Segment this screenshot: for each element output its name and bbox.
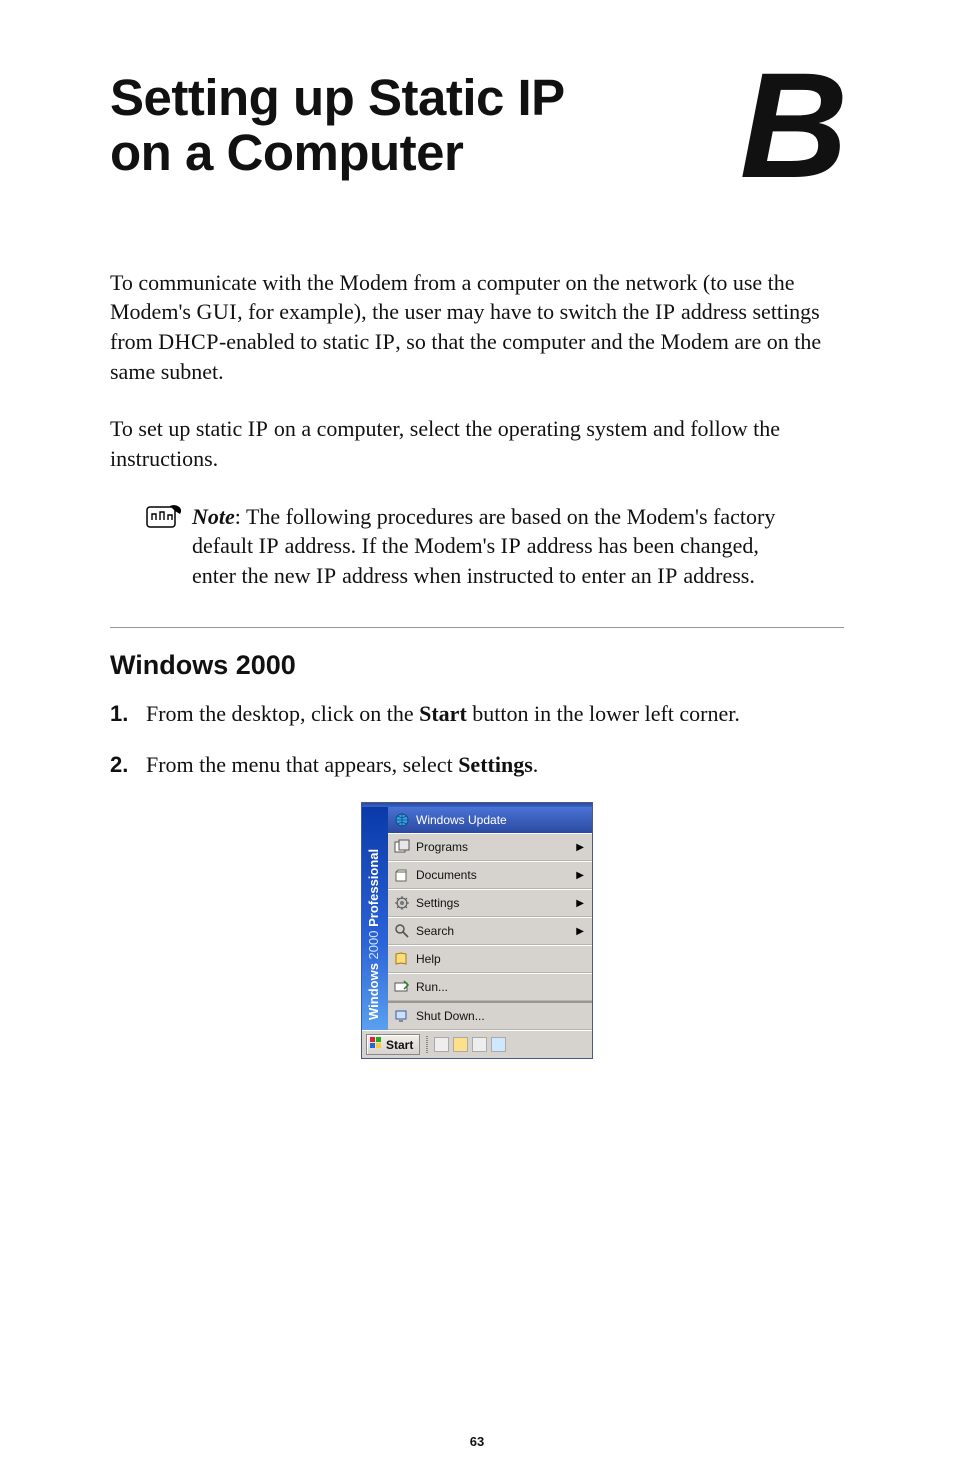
step-item: 1. From the desktop, click on the Start …	[110, 699, 844, 729]
sidebar-brand-text: Windows	[366, 963, 381, 1020]
small-caps-ip: IP	[259, 533, 280, 558]
step-text: From the menu that appears, select Setti…	[146, 750, 844, 780]
bold-run: Settings	[458, 752, 533, 777]
page-header: Setting up Static IP on a Computer B	[110, 70, 844, 190]
note-label: Note	[192, 504, 235, 529]
start-button[interactable]: Start	[366, 1034, 420, 1055]
search-icon	[394, 923, 410, 939]
menu-item-settings[interactable]: Settings ▶	[388, 889, 592, 917]
small-caps-ip: IP	[316, 563, 337, 588]
globe-icon	[394, 812, 410, 828]
menu-label: Help	[416, 952, 441, 966]
step-text: From the desktop, click on the Start but…	[146, 699, 844, 729]
windows-flag-icon	[369, 1036, 383, 1053]
step-number: 1.	[110, 699, 146, 729]
start-button-label: Start	[386, 1038, 413, 1052]
menu-item-documents[interactable]: Documents ▶	[388, 861, 592, 889]
intro-paragraph-2: To set up static IP on a computer, selec…	[110, 414, 844, 473]
section-heading-windows-2000: Windows 2000	[110, 650, 844, 681]
submenu-arrow-icon: ▶	[576, 898, 584, 909]
small-caps-ip: IP	[501, 533, 522, 558]
menu-label: Programs	[416, 840, 468, 854]
start-menu-mock: Windows 2000 Professional Windows Update	[361, 802, 593, 1059]
taskbar-divider	[426, 1036, 428, 1054]
title-line-1: Setting up Static IP	[110, 69, 565, 126]
page-number: 63	[0, 1434, 954, 1449]
section-rule	[110, 627, 844, 628]
text-run: button in the lower left corner.	[467, 701, 740, 726]
text-run: .	[533, 752, 539, 777]
settings-icon	[394, 895, 410, 911]
tray-icon[interactable]	[491, 1037, 506, 1052]
text-run: -enabled to static	[219, 329, 375, 354]
small-caps-dhcp: DHCP	[158, 329, 219, 354]
chapter-title: Setting up Static IP on a Computer	[110, 70, 565, 180]
menu-item-help[interactable]: Help	[388, 945, 592, 973]
step-number: 2.	[110, 750, 146, 780]
note-text: Note: The following procedures are based…	[192, 502, 784, 591]
start-menu-body: Windows 2000 Professional Windows Update	[362, 807, 592, 1030]
menu-label: Documents	[416, 868, 477, 882]
text-run: From the menu that appears, select	[146, 752, 458, 777]
note-callout: Note: The following procedures are based…	[146, 502, 844, 591]
shutdown-icon	[394, 1008, 410, 1024]
menu-item-run[interactable]: Run...	[388, 973, 592, 1001]
menu-label: Search	[416, 924, 454, 938]
submenu-arrow-icon: ▶	[576, 842, 584, 853]
menu-label: Windows Update	[416, 813, 507, 827]
small-caps-ip: IP	[248, 416, 269, 441]
submenu-arrow-icon: ▶	[576, 870, 584, 881]
small-caps-gui: GUI	[196, 299, 237, 324]
text-run: address. If the Modem's	[279, 533, 500, 558]
submenu-arrow-icon: ▶	[576, 926, 584, 937]
tray-icon[interactable]	[453, 1037, 468, 1052]
intro-paragraph-1: To communicate with the Modem from a com…	[110, 268, 844, 387]
text-run: address when instructed to enter an	[337, 563, 658, 588]
small-caps-ip: IP	[657, 563, 678, 588]
menu-item-search[interactable]: Search ▶	[388, 917, 592, 945]
small-caps-ip: IP	[655, 299, 676, 324]
text-run: From the desktop, click on the	[146, 701, 419, 726]
appendix-letter: B	[740, 62, 844, 190]
figure-start-menu: Windows 2000 Professional Windows Update	[110, 802, 844, 1059]
menu-item-shutdown[interactable]: Shut Down...	[388, 1001, 592, 1030]
tray-icon[interactable]	[472, 1037, 487, 1052]
note-hand-icon	[146, 504, 184, 535]
run-icon	[394, 979, 410, 995]
menu-label: Settings	[416, 896, 459, 910]
taskbar: Start	[362, 1030, 592, 1058]
menu-item-programs[interactable]: Programs ▶	[388, 833, 592, 861]
menu-item-windows-update[interactable]: Windows Update	[388, 807, 592, 833]
text-run: To set up static	[110, 416, 248, 441]
title-line-2: on a Computer	[110, 124, 463, 181]
text-run: address.	[678, 563, 755, 588]
start-menu-sidebar: Windows 2000 Professional	[362, 807, 388, 1030]
svg-text:Windows 2000: Windows 2000 Professional	[366, 849, 381, 1020]
menu-label: Run...	[416, 980, 448, 994]
tray-icon[interactable]	[434, 1037, 449, 1052]
steps-list: 1. From the desktop, click on the Start …	[110, 699, 844, 780]
step-item: 2. From the menu that appears, select Se…	[110, 750, 844, 780]
documents-icon	[394, 867, 410, 883]
bold-run: Start	[419, 701, 467, 726]
start-menu-list: Windows Update Programs ▶	[388, 807, 592, 1030]
help-icon	[394, 951, 410, 967]
text-run: , for example), the user may have to swi…	[237, 299, 655, 324]
small-caps-ip: IP	[375, 329, 396, 354]
menu-label: Shut Down...	[416, 1009, 485, 1023]
programs-icon	[394, 839, 410, 855]
